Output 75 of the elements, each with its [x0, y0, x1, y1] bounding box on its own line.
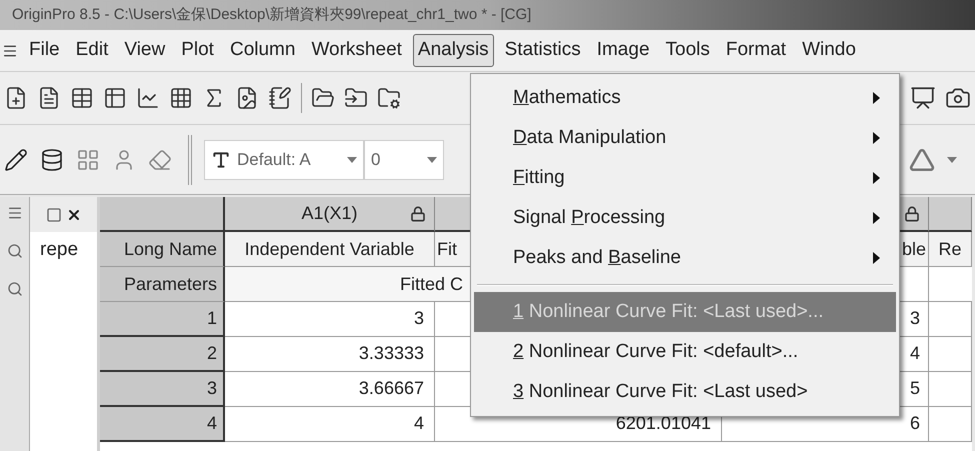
window-title: OriginPro 8.5 - C:\Users\金保\Desktop\新增資料夾99\repeat_chr1_two * - [CG] [12, 4, 532, 25]
notebook-icon[interactable] [268, 86, 292, 110]
size-value: 0 [371, 148, 382, 171]
menu-item[interactable]: View [119, 34, 170, 67]
column-name: A1(X1) [301, 202, 358, 225]
folder-icon[interactable] [344, 86, 368, 110]
row-label[interactable]: Parameters [100, 267, 225, 302]
menu-item[interactable]: Windo [797, 34, 861, 67]
row-label[interactable]: 4 [100, 407, 225, 442]
menu-item[interactable]: Plot [176, 34, 219, 67]
submenu-arrow-icon [873, 92, 880, 104]
font-name: Default: A [237, 148, 312, 171]
submenu-arrow-icon [873, 172, 880, 184]
submenu-arrow-icon [873, 212, 880, 224]
font-icon [211, 150, 231, 170]
submenu-arrow-icon [873, 252, 880, 264]
database-icon[interactable] [40, 148, 64, 172]
folder-icon[interactable] [311, 86, 335, 110]
grid-icon[interactable] [169, 86, 193, 110]
menu-item[interactable]: Format [720, 34, 792, 67]
table-icon[interactable] [70, 86, 94, 110]
window-icon[interactable] [46, 206, 62, 222]
search-icon[interactable] [6, 243, 22, 259]
table-cell [929, 407, 972, 442]
folder-icon[interactable] [377, 86, 401, 110]
table-cell: 3.66667 [225, 372, 435, 407]
menu-item[interactable]: Analysis [412, 34, 494, 67]
table-cell [929, 372, 972, 407]
table-cell: Re [929, 232, 972, 267]
menu-item[interactable]: Column [224, 34, 300, 67]
row-label[interactable]: 1 [100, 302, 225, 337]
menu-item[interactable]: Statistics [500, 34, 586, 67]
eraser-icon[interactable] [148, 148, 172, 172]
size-dropdown[interactable]: 0 [364, 140, 444, 180]
table-cell [929, 337, 972, 372]
menu-item[interactable]: Image [592, 34, 655, 67]
row-label[interactable]: 3 [100, 372, 225, 407]
caret-icon [427, 156, 437, 162]
menu-item[interactable]: Fitting [474, 158, 896, 198]
table-cell: 3.33333 [225, 337, 435, 372]
table-cell: 3 [225, 302, 435, 337]
submenu-arrow-icon [873, 132, 880, 144]
column-header[interactable] [929, 197, 972, 232]
row-label[interactable]: Long Name [100, 232, 225, 267]
project-item[interactable]: repe [30, 232, 97, 267]
table-cell: Independent Variable [225, 232, 435, 267]
row-label[interactable]: 2 [100, 337, 225, 372]
search-icon[interactable] [6, 281, 22, 297]
menu-item[interactable]: File [24, 34, 65, 67]
menu-item-label: Data Manipulation [513, 126, 666, 150]
document-icon[interactable] [37, 86, 61, 110]
menu-item-label: Signal Processing [513, 206, 666, 230]
caret-icon [347, 156, 357, 162]
font-dropdown[interactable]: Default: A [204, 140, 364, 180]
table-cell [929, 302, 972, 337]
list-icon[interactable] [6, 205, 22, 221]
text-color-icon[interactable] [909, 146, 935, 172]
column-header[interactable]: A1(X1) [225, 197, 435, 232]
table-cell: 4 [225, 407, 435, 442]
chart-icon[interactable] [136, 86, 160, 110]
corner-cell[interactable] [100, 197, 225, 232]
presentation-icon[interactable] [910, 85, 936, 111]
menu-item[interactable]: Worksheet [306, 34, 407, 67]
caret-icon [947, 156, 957, 162]
menu-item[interactable]: Edit [70, 34, 114, 67]
grid-icon[interactable] [103, 86, 127, 110]
new-file-icon[interactable] [4, 86, 28, 110]
menu-item-label: Mathematics [513, 86, 621, 110]
menu-item[interactable]: Data Manipulation [474, 118, 896, 158]
menu-item-label: Peaks and Baseline [513, 246, 681, 270]
menu-item[interactable]: Tools [660, 34, 715, 67]
menu-icon[interactable] [2, 42, 18, 58]
image-file-icon[interactable] [235, 86, 259, 110]
menu-item-label: Fitting [513, 166, 565, 190]
pencil-icon[interactable] [4, 148, 28, 172]
